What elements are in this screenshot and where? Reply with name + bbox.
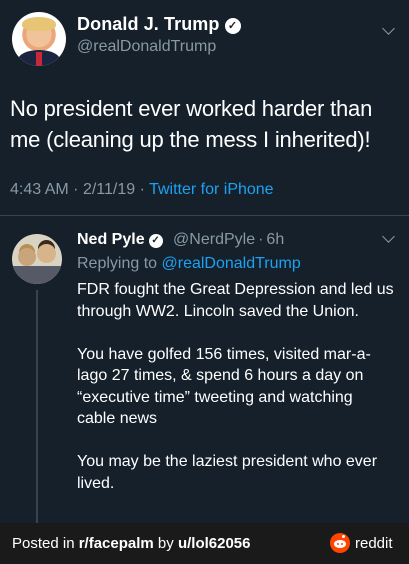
tweet-divider <box>0 215 409 216</box>
verified-icon: ✓ <box>224 18 241 34</box>
reply-paragraph: You have golfed 156 times, visited mar-a… <box>77 345 371 428</box>
main-author-name[interactable]: Donald J. Trump ✓ <box>77 14 241 35</box>
thread-line <box>36 290 38 530</box>
reply-author-handle[interactable]: @NerdPyle <box>173 231 255 248</box>
main-tweet-meta: 4:43 AM · 2/11/19 · Twitter for iPhone <box>10 181 274 199</box>
avatar-tie <box>36 52 42 66</box>
tweet-time: 4:43 AM <box>10 181 69 198</box>
screenshot: Donald J. Trump ✓ @realDonaldTrump No pre… <box>0 0 409 564</box>
reddit-footer: Posted in r/facepalm by u/lol62056 reddi… <box>0 523 409 564</box>
main-tweet-text: No president ever worked harder than me … <box>10 96 373 152</box>
nerdpyle-avatar[interactable] <box>12 234 62 284</box>
replying-to-label: Replying to <box>77 255 158 272</box>
avatar-shirts <box>12 266 62 284</box>
reply-paragraph: You may be the laziest president who eve… <box>77 453 378 492</box>
logo-eye <box>341 543 343 545</box>
meta-separator: · <box>73 181 79 198</box>
tweet-date: 2/11/19 <box>82 181 136 198</box>
logo-antenna <box>342 535 345 538</box>
footer-user[interactable]: u/lol62056 <box>178 535 251 552</box>
replying-to: Replying to @realDonaldTrump <box>77 255 301 273</box>
reply-header: Ned Pyle ✓ @NerdPyle · 6h <box>77 231 284 249</box>
footer-by: by <box>153 535 178 552</box>
reddit-logo-icon <box>330 533 350 553</box>
verified-icon: ✓ <box>148 234 163 248</box>
reply-separator: · <box>258 231 264 248</box>
tweet-source-link[interactable]: Twitter for iPhone <box>149 181 274 198</box>
trump-avatar[interactable] <box>12 12 66 66</box>
avatar-hair <box>22 17 56 31</box>
footer-attribution: Posted in r/facepalm by u/lol62056 <box>12 535 251 552</box>
reddit-wordmark: reddit <box>355 535 393 552</box>
logo-eye <box>337 543 339 545</box>
reply-paragraph: FDR fought the Great Depression and led … <box>77 281 394 320</box>
logo-face <box>334 540 346 548</box>
reply-age: 6h <box>266 231 285 248</box>
reply-body: FDR fought the Great Depression and led … <box>77 279 395 516</box>
reply-author-name[interactable]: Ned Pyle <box>77 231 145 248</box>
footer-subreddit[interactable]: r/facepalm <box>79 535 154 552</box>
avatar-face-right <box>37 244 56 263</box>
main-author-name-text: Donald J. Trump <box>77 14 220 34</box>
main-author-handle[interactable]: @realDonaldTrump <box>77 38 216 56</box>
chevron-down-icon[interactable] <box>382 22 395 35</box>
meta-separator: · <box>139 181 145 198</box>
replying-to-mention[interactable]: @realDonaldTrump <box>162 255 301 272</box>
footer-posted-in: Posted in <box>12 535 79 552</box>
avatar-face-left <box>18 248 36 266</box>
chevron-down-icon[interactable] <box>382 230 395 243</box>
